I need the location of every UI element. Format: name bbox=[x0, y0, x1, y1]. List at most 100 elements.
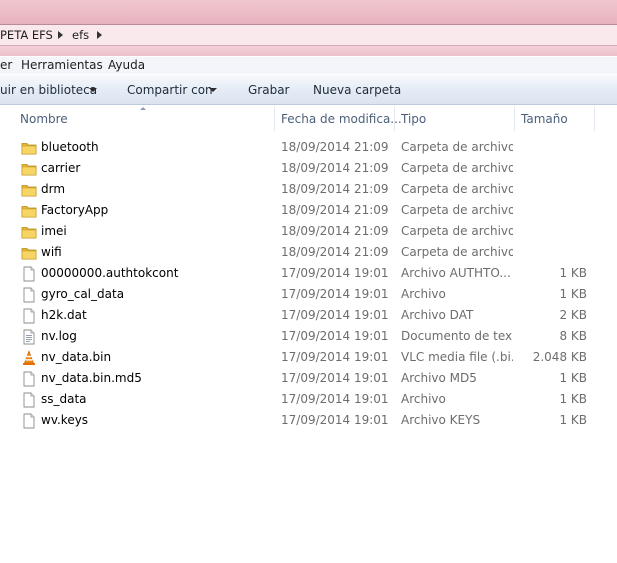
file-date: 18/09/2014 21:09 bbox=[281, 140, 389, 154]
file-name: nv_data.bin.md5 bbox=[41, 371, 142, 385]
list-item[interactable]: wv.keys 17/09/2014 19:01 Archivo KEYS 1 … bbox=[0, 410, 600, 431]
file-date: 17/09/2014 19:01 bbox=[281, 287, 389, 301]
address-bar[interactable]: PETA EFS efs bbox=[0, 24, 617, 46]
include-in-library-button[interactable]: uir en biblioteca bbox=[0, 83, 97, 97]
menu-tools[interactable]: Herramientas bbox=[21, 58, 103, 72]
breadcrumb-peta-efs[interactable]: PETA EFS bbox=[0, 28, 53, 42]
file-name: imei bbox=[41, 224, 67, 238]
file-date: 18/09/2014 21:09 bbox=[281, 203, 389, 217]
list-item[interactable]: carrier 18/09/2014 21:09 Carpeta de arch… bbox=[0, 158, 600, 179]
file-name: ss_data bbox=[41, 392, 87, 406]
file-type: Archivo AUTHTO... bbox=[401, 266, 511, 280]
new-folder-button[interactable]: Nueva carpeta bbox=[313, 83, 401, 97]
file-date: 18/09/2014 21:09 bbox=[281, 245, 389, 259]
file-type: Carpeta de archivos bbox=[401, 203, 513, 217]
sort-ascending-icon bbox=[140, 107, 146, 110]
file-name: bluetooth bbox=[41, 140, 99, 154]
file-date: 18/09/2014 21:09 bbox=[281, 161, 389, 175]
column-headers: Nombre Fecha de modifica... Tipo Tamaño bbox=[0, 107, 617, 131]
folder-icon bbox=[21, 161, 37, 177]
list-item[interactable]: h2k.dat 17/09/2014 19:01 Archivo DAT 2 K… bbox=[0, 305, 600, 326]
column-header-type[interactable]: Tipo bbox=[401, 112, 426, 126]
file-size: 1 KB bbox=[559, 266, 587, 280]
file-name: nv_data.bin bbox=[41, 350, 112, 364]
file-icon bbox=[21, 266, 37, 282]
file-size: 2 KB bbox=[559, 308, 587, 322]
file-type: Archivo DAT bbox=[401, 308, 474, 322]
file-type: Archivo KEYS bbox=[401, 413, 481, 427]
file-name: nv.log bbox=[41, 329, 77, 343]
file-icon bbox=[21, 392, 37, 408]
file-date: 17/09/2014 19:01 bbox=[281, 371, 389, 385]
list-item[interactable]: gyro_cal_data 17/09/2014 19:01 Archivo 1… bbox=[0, 284, 600, 305]
list-item[interactable]: nv_data.bin.md5 17/09/2014 19:01 Archivo… bbox=[0, 368, 600, 389]
file-date: 17/09/2014 19:01 bbox=[281, 308, 389, 322]
list-item[interactable]: wifi 18/09/2014 21:09 Carpeta de archivo… bbox=[0, 242, 600, 263]
file-type: Carpeta de archivos bbox=[401, 245, 513, 259]
file-icon bbox=[21, 413, 37, 429]
column-divider[interactable] bbox=[394, 107, 395, 131]
file-date: 17/09/2014 19:01 bbox=[281, 413, 389, 427]
file-date: 18/09/2014 21:09 bbox=[281, 182, 389, 196]
menu-view[interactable]: er bbox=[0, 58, 12, 72]
breadcrumb-separator-icon[interactable] bbox=[58, 31, 63, 39]
file-name: h2k.dat bbox=[41, 308, 87, 322]
file-size: 1 KB bbox=[559, 287, 587, 301]
column-divider[interactable] bbox=[514, 107, 515, 131]
file-name: carrier bbox=[41, 161, 81, 175]
folder-icon bbox=[21, 224, 37, 240]
vlc-icon bbox=[21, 350, 37, 366]
file-type: Carpeta de archivos bbox=[401, 182, 513, 196]
frame-gap bbox=[0, 46, 617, 56]
column-header-name[interactable]: Nombre bbox=[20, 112, 68, 126]
file-type: Documento de tex... bbox=[401, 329, 513, 343]
share-with-button[interactable]: Compartir con bbox=[127, 83, 213, 97]
file-icon bbox=[21, 308, 37, 324]
file-type: Archivo bbox=[401, 392, 446, 406]
list-item[interactable]: FactoryApp 18/09/2014 21:09 Carpeta de a… bbox=[0, 200, 600, 221]
folder-icon bbox=[21, 140, 37, 156]
breadcrumb-efs[interactable]: efs bbox=[72, 28, 89, 42]
breadcrumb-separator-icon[interactable] bbox=[97, 31, 102, 39]
file-type: Archivo MD5 bbox=[401, 371, 477, 385]
file-type: Carpeta de archivos bbox=[401, 224, 513, 238]
folder-icon bbox=[21, 182, 37, 198]
file-date: 18/09/2014 21:09 bbox=[281, 224, 389, 238]
list-item[interactable]: bluetooth 18/09/2014 21:09 Carpeta de ar… bbox=[0, 137, 600, 158]
file-type: VLC media file (.bi... bbox=[401, 350, 513, 364]
column-header-size[interactable]: Tamaño bbox=[521, 112, 568, 126]
menu-help[interactable]: Ayuda bbox=[108, 58, 145, 72]
file-size: 1 KB bbox=[559, 371, 587, 385]
file-icon bbox=[21, 287, 37, 303]
list-item[interactable]: imei 18/09/2014 21:09 Carpeta de archivo… bbox=[0, 221, 600, 242]
column-divider[interactable] bbox=[274, 107, 275, 131]
list-item[interactable]: drm 18/09/2014 21:09 Carpeta de archivos bbox=[0, 179, 600, 200]
command-bar: uir en biblioteca Compartir con Grabar N… bbox=[0, 74, 617, 105]
file-name: 00000000.authtokcont bbox=[41, 266, 179, 280]
list-item[interactable]: nv_data.bin 17/09/2014 19:01 VLC media f… bbox=[0, 347, 600, 368]
list-item[interactable]: ss_data 17/09/2014 19:01 Archivo 1 KB bbox=[0, 389, 600, 410]
file-icon bbox=[21, 371, 37, 387]
column-header-date[interactable]: Fecha de modifica... bbox=[281, 112, 402, 126]
chevron-down-icon[interactable] bbox=[209, 88, 217, 92]
file-date: 17/09/2014 19:01 bbox=[281, 329, 389, 343]
chevron-down-icon[interactable] bbox=[89, 88, 97, 92]
folder-icon bbox=[21, 245, 37, 261]
file-size: 1 KB bbox=[559, 413, 587, 427]
file-size: 1 KB bbox=[559, 392, 587, 406]
list-item[interactable]: 00000000.authtokcont 17/09/2014 19:01 Ar… bbox=[0, 263, 600, 284]
column-divider[interactable] bbox=[594, 107, 595, 131]
file-size: 2.048 KB bbox=[532, 350, 587, 364]
list-item[interactable]: nv.log 17/09/2014 19:01 Documento de tex… bbox=[0, 326, 600, 347]
file-type: Carpeta de archivos bbox=[401, 161, 513, 175]
file-size: 8 KB bbox=[559, 329, 587, 343]
file-name: drm bbox=[41, 182, 66, 196]
burn-button[interactable]: Grabar bbox=[248, 83, 290, 97]
file-name: FactoryApp bbox=[41, 203, 109, 217]
menu-bar: er Herramientas Ayuda bbox=[0, 56, 617, 74]
window-frame bbox=[0, 0, 617, 24]
text-file-icon bbox=[21, 329, 37, 345]
file-date: 17/09/2014 19:01 bbox=[281, 392, 389, 406]
file-name: wifi bbox=[41, 245, 62, 259]
file-name: wv.keys bbox=[41, 413, 89, 427]
